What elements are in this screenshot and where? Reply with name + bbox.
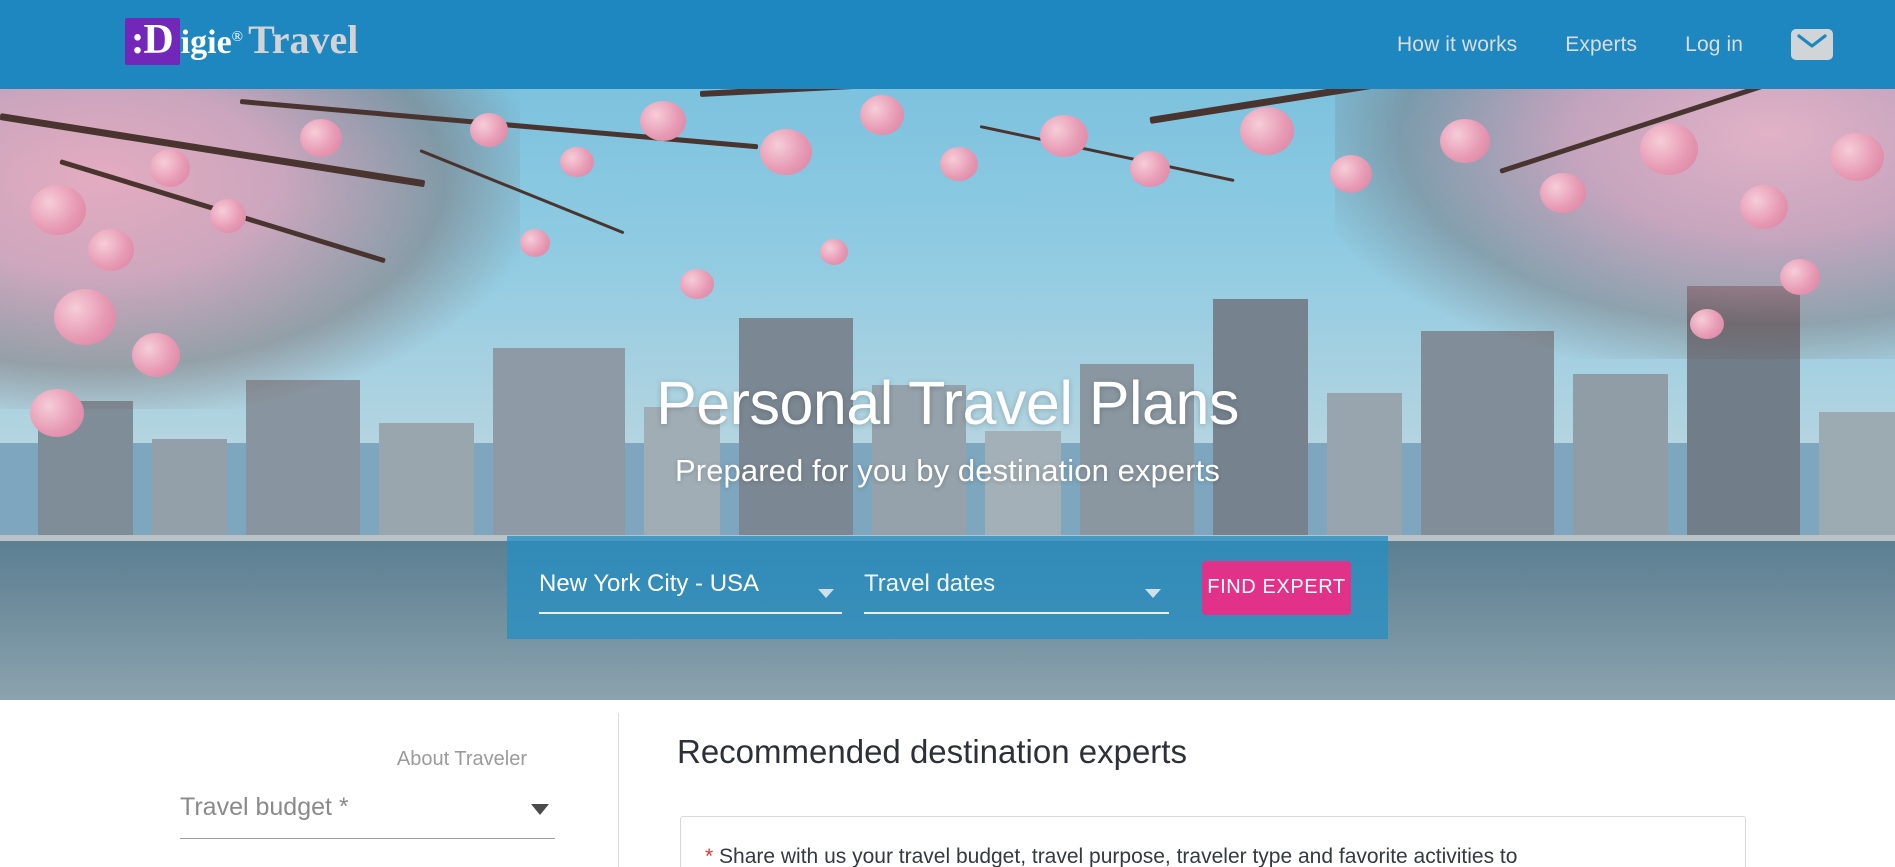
logo-badge: : D	[125, 18, 180, 65]
hero-title: Personal Travel Plans	[656, 369, 1239, 437]
brand-logo[interactable]: : D igie ® Travel	[125, 18, 358, 70]
logo-letter-d: D	[143, 17, 174, 63]
envelope-icon[interactable]	[1791, 29, 1833, 60]
chevron-down-icon[interactable]	[1145, 588, 1161, 598]
nav-item-how-it-works[interactable]: How it works	[1373, 33, 1541, 57]
travel-dates-placeholder: Travel dates	[864, 569, 996, 597]
cherry-blossom-right	[1335, 89, 1895, 359]
required-asterisk-icon: *	[705, 845, 714, 867]
hero-subtitle: Prepared for you by destination experts	[675, 453, 1220, 488]
logo-word-travel: Travel	[248, 17, 359, 62]
travel-dates-select[interactable]: Travel dates	[864, 562, 1169, 614]
main-content: About Traveler Travel budget * Recommend…	[0, 700, 1895, 867]
experts-notice: * Share with us your travel budget, trav…	[705, 843, 1517, 867]
travel-budget-placeholder: Travel budget *	[180, 793, 349, 821]
registered-mark-icon: ®	[231, 29, 244, 45]
recommended-experts-heading: Recommended destination experts	[677, 733, 1187, 770]
experts-notice-text: Share with us your travel budget, travel…	[713, 845, 1518, 867]
nav-item-experts[interactable]: Experts	[1541, 33, 1661, 57]
site-header: : D igie ® Travel How it works Experts L…	[0, 0, 1895, 89]
column-divider	[618, 713, 619, 867]
logo-word-igie: igie	[180, 24, 232, 61]
nav-item-log-in[interactable]: Log in	[1661, 33, 1767, 57]
hero-banner: Personal Travel Plans Prepared for you b…	[0, 89, 1895, 700]
chevron-down-icon[interactable]	[531, 804, 549, 815]
destination-select[interactable]: New York City - USA	[539, 562, 842, 614]
find-expert-button[interactable]: FIND EXPERT	[1202, 560, 1351, 615]
cherry-blossom-left	[0, 89, 520, 409]
destination-value: New York City - USA	[539, 569, 760, 597]
chevron-down-icon[interactable]	[818, 588, 834, 598]
logo-colon: :	[131, 17, 144, 62]
experts-info-card: * Share with us your travel budget, trav…	[680, 816, 1746, 867]
travel-budget-select[interactable]: Travel budget *	[180, 793, 555, 839]
main-navigation: How it works Experts Log in	[1373, 0, 1843, 89]
search-panel: New York City - USA Travel dates FIND EX…	[507, 536, 1388, 639]
about-traveler-label: About Traveler	[396, 748, 527, 770]
